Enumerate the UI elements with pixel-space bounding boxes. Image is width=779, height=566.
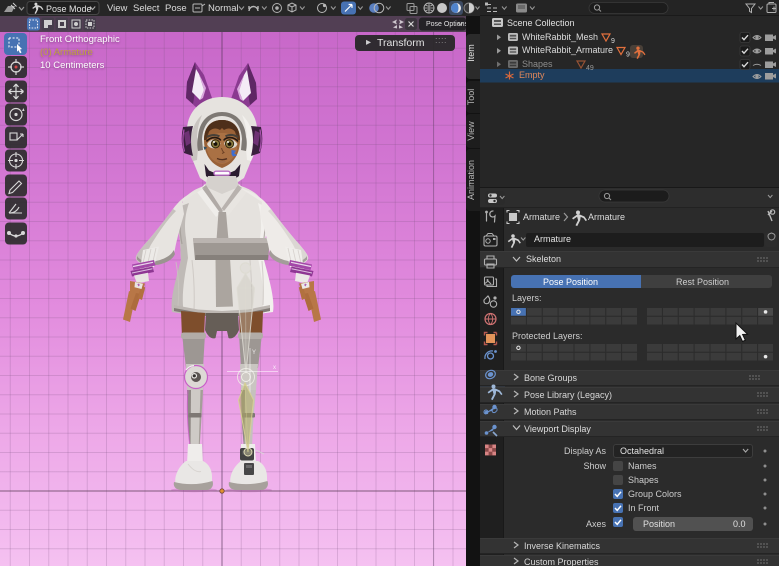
svg-text:49: 49 [586,65,594,72]
svg-text:x: x [273,365,276,371]
svg-text:9: 9 [611,38,615,45]
svg-text:Y: Y [252,350,256,356]
svg-text:9: 9 [626,52,630,59]
